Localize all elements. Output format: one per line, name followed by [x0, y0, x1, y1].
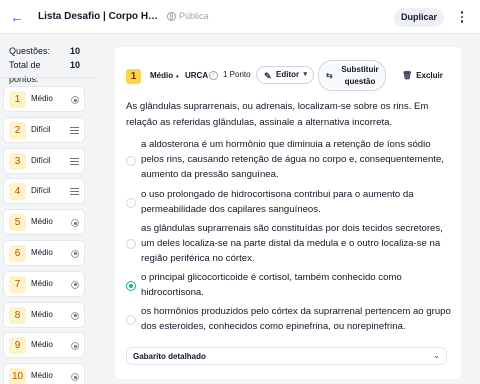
question-number-badge: 2 [9, 121, 26, 139]
question-difficulty: Médio [31, 247, 53, 257]
question-list-item[interactable]: 7 Médio [3, 270, 85, 297]
radio-icon [71, 249, 79, 258]
total-points-row: Total de pontos: 10 [0, 58, 88, 84]
question-source: URCA [185, 71, 209, 80]
radio-icon [71, 219, 79, 228]
option-text: os hormônios produzidos pelo córtex da s… [141, 306, 451, 332]
question-list-item[interactable]: 5 Médio [3, 209, 85, 236]
question-list-item[interactable]: 6 Médio [3, 239, 85, 266]
radio-icon [71, 342, 79, 351]
question-number-badge: 9 [9, 337, 26, 355]
text-lines-icon [70, 188, 79, 196]
delete-label: Excluir [416, 71, 443, 80]
question-list-item[interactable]: 1 Médio [3, 86, 85, 112]
option-text: o uso prolongado de hidrocortisona contr… [141, 189, 414, 215]
delete-button[interactable]: 🗑 Excluir [402, 71, 443, 80]
list-summary: Questões: 10 Total de pontos: 10 [0, 44, 88, 84]
visibility-label: Pública [179, 11, 209, 21]
questions-count-row: Questões: 10 [0, 44, 88, 58]
question-list-item[interactable]: 8 Médio [3, 301, 85, 328]
chevron-down-icon: ⌄ [433, 351, 440, 360]
radio-icon [71, 311, 79, 320]
question-difficulty: Médio [31, 371, 53, 381]
question-number-badge: 1 [126, 69, 141, 84]
question-list-item[interactable]: 3 Difícil [3, 147, 85, 174]
duplicate-button[interactable]: Duplicar [394, 8, 444, 27]
option-text: as glândulas suprarrenais são constituíd… [141, 223, 443, 264]
question-number-badge: 4 [9, 183, 26, 201]
question-number-badge: 1 [9, 91, 26, 108]
question-number-badge: 3 [9, 152, 26, 170]
total-points-label: Total de pontos: [9, 60, 41, 84]
option-radio[interactable] [126, 315, 136, 325]
question-difficulty: Médio [31, 340, 53, 350]
question-number-badge: 6 [9, 244, 26, 262]
question-difficulty: Médio [31, 217, 53, 227]
radio-icon [71, 96, 79, 104]
detailed-answer-label: Gabarito detalhado [133, 352, 206, 361]
pencil-icon: ✎ [264, 71, 272, 81]
text-lines-icon [70, 126, 79, 134]
question-list-item[interactable]: 4 Difícil [3, 178, 85, 205]
question-list-item[interactable]: 10 Médio [3, 363, 85, 384]
meta-separator: • [176, 72, 179, 81]
question-difficulty: Difícil [31, 186, 51, 196]
top-bar: ← Lista Desafio | Corpo Huma... Pública … [0, 0, 480, 34]
question-points: 1 Ponto [223, 70, 251, 79]
total-points-value: 10 [69, 60, 80, 70]
text-lines-icon [70, 157, 79, 165]
question-number-badge: 10 [9, 368, 26, 384]
questions-count-value: 10 [69, 46, 80, 56]
editor-dropdown-button[interactable]: ✎ Editor ▾ [256, 66, 314, 84]
substitute-label: Substituir questão [341, 65, 379, 86]
globe-icon [167, 11, 176, 21]
editor-label: Editor [276, 70, 300, 79]
option-radio-selected[interactable] [126, 281, 136, 291]
question-difficulty: Médio [31, 278, 53, 288]
option-text: a aldosterona é um hormônio que diminuia… [141, 139, 444, 180]
question-number-badge: 7 [9, 275, 26, 293]
swap-icon: ⇆ [326, 71, 333, 80]
question-statement: As glândulas suprarrenais, ou adrenais, … [126, 101, 429, 128]
chevron-down-icon: ▾ [303, 71, 307, 78]
question-difficulty: Médio [150, 71, 174, 80]
question-difficulty: Médio [31, 94, 53, 103]
question-difficulty: Médio [31, 309, 53, 319]
more-options-icon[interactable] [456, 8, 468, 26]
question-number-badge: 5 [9, 214, 26, 232]
option-radio[interactable] [126, 156, 136, 166]
question-list-item[interactable]: 9 Médio [3, 332, 85, 359]
question-difficulty: Difícil [31, 155, 51, 165]
substitute-question-button[interactable]: ⇆ Substituir questão [318, 60, 386, 91]
visibility-status: Pública [167, 11, 209, 21]
question-difficulty: Difícil [31, 124, 51, 134]
page-title: Lista Desafio | Corpo Huma... [38, 11, 160, 22]
radio-icon [71, 280, 79, 289]
questions-count-label: Questões: [9, 46, 51, 56]
detailed-answer-accordion[interactable]: Gabarito detalhado ⌄ [126, 347, 447, 365]
trash-icon: 🗑 [402, 71, 413, 80]
question-card: 1 Médio • URCA i 1 Ponto ✎ Editor ▾ ⇆ Su… [115, 47, 461, 379]
option-text: o principal glicocorticoide é cortisol, … [141, 272, 402, 298]
radio-icon [71, 373, 79, 382]
question-list: 1 Médio 2 Difícil 3 Difícil 4 Difícil 5 … [3, 86, 85, 384]
option-radio[interactable] [126, 239, 136, 249]
info-icon[interactable]: i [209, 71, 218, 80]
question-list-item[interactable]: 2 Difícil [3, 116, 85, 143]
back-arrow-icon[interactable]: ← [9, 9, 25, 25]
divider [0, 77, 96, 78]
option-radio[interactable] [126, 198, 136, 208]
question-number-badge: 8 [9, 306, 26, 324]
